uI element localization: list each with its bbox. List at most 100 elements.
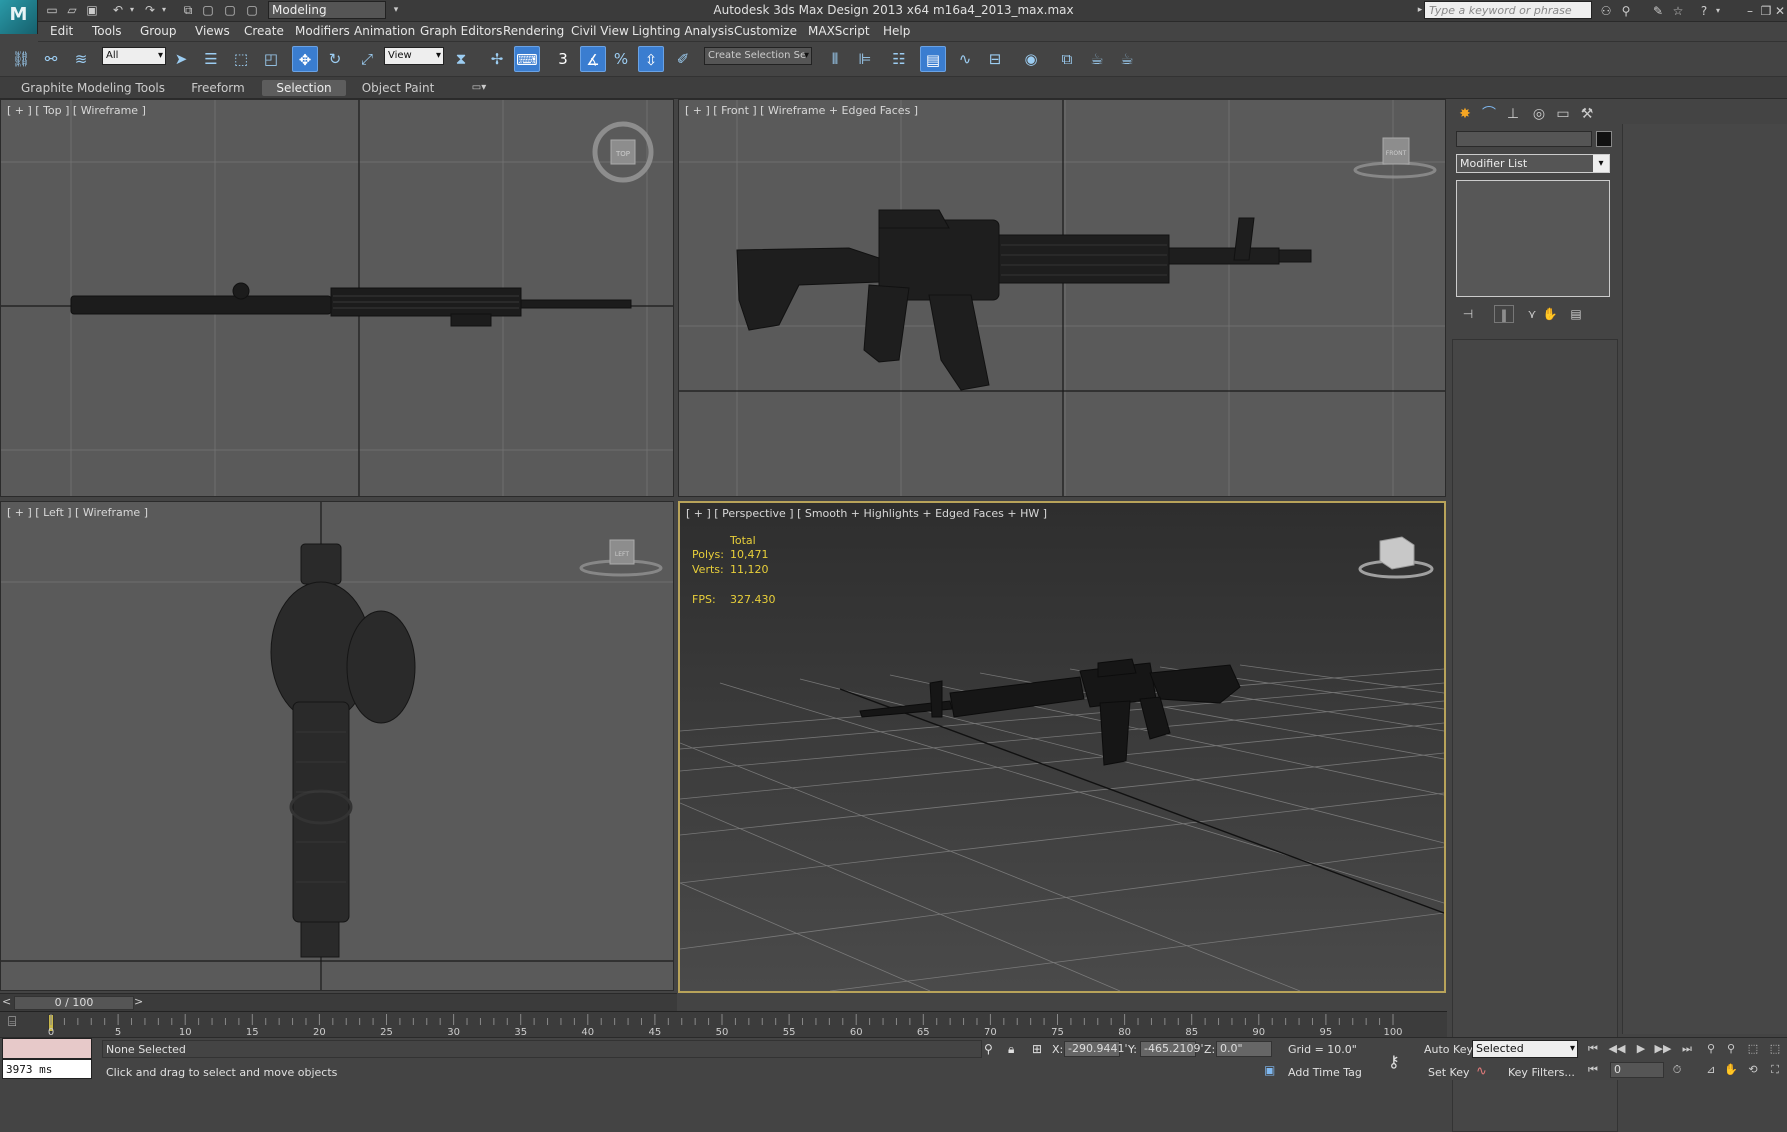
communication-icon[interactable]: ✎ [1650,3,1666,19]
menu-help[interactable]: Help [883,24,910,38]
tab-object-paint[interactable]: Object Paint [356,80,440,96]
schematic-view-icon[interactable]: ⊟ [982,46,1008,72]
modifier-list-select[interactable]: Modifier List [1456,154,1610,173]
select-and-move-icon[interactable]: ✥ [292,46,318,72]
menu-tools[interactable]: Tools [92,24,122,38]
save-file-icon[interactable]: ▣ [84,2,100,18]
named-selection-sets-input[interactable]: Create Selection Se [704,47,812,65]
open-file-icon[interactable]: ▱ [64,2,80,18]
modify-tab-icon[interactable]: ⌒ [1478,103,1500,125]
reference-coordinate-select[interactable]: View [384,47,444,65]
viewport-top-label[interactable]: [ + ] [ Top ] [ Wireframe ] [7,104,146,117]
viewcube-front[interactable]: FRONT [1353,137,1437,179]
menu-modifiers[interactable]: Modifiers [295,24,350,38]
redo-dropdown-icon[interactable]: ▾ [156,2,172,18]
rendered-frame-window-icon[interactable]: ☕ [1084,46,1110,72]
select-object-icon[interactable]: ➤ [168,46,194,72]
display-tab-icon[interactable]: ▭ [1552,103,1574,125]
make-unique-icon[interactable]: ⋎ [1522,305,1542,323]
binoculars-icon[interactable]: ⚇ [1598,3,1614,19]
edit-named-selection-icon[interactable]: ✐ [670,46,696,72]
next-frame-icon[interactable]: ▶▶ [1654,1041,1672,1057]
play-icon[interactable]: ▶ [1632,1041,1650,1057]
pin-stack-icon[interactable]: ⊣ [1458,305,1478,323]
viewport-front-label[interactable]: [ + ] [ Front ] [ Wireframe + Edged Face… [685,104,918,117]
menu-animation[interactable]: Animation [354,24,415,38]
app-logo-button[interactable]: M [0,0,38,34]
object-name-field[interactable] [1456,131,1592,147]
tab-selection[interactable]: Selection [262,80,346,96]
menu-customize[interactable]: Customize [734,24,797,38]
manipulate-icon[interactable]: ✢ [484,46,510,72]
material-editor-icon[interactable]: ◉ [1018,46,1044,72]
maxscript-listener-output[interactable]: 3973 ms [2,1059,92,1079]
selection-filter-select[interactable]: All [102,47,166,65]
hold-icon[interactable]: ⧉ [180,2,196,18]
object-color-swatch[interactable] [1596,131,1612,147]
default-in-out-tangents-icon[interactable]: ∿ [1476,1064,1487,1079]
menu-create[interactable]: Create [244,24,284,38]
menu-graph-editors[interactable]: Graph Editors [420,24,502,38]
align-icon[interactable]: ⊫ [852,46,878,72]
mirror-icon[interactable]: ⫴ [822,46,848,72]
maxscript-listener-input[interactable] [2,1038,92,1059]
unlink-icon[interactable]: ⚯ [38,46,64,72]
select-by-name-icon[interactable]: ☰ [198,46,224,72]
auto-key-button[interactable]: Auto Key [1424,1043,1473,1056]
menu-maxscript[interactable]: MAXScript [808,24,870,38]
close-icon[interactable]: ✕ [1772,3,1787,19]
menu-rendering[interactable]: Rendering [503,24,564,38]
go-to-end-icon[interactable]: ⏭ [1678,1041,1696,1057]
time-tag-icon[interactable]: ▣ [1264,1063,1275,1077]
tab-freeform[interactable]: Freeform [180,80,256,96]
spinner-snap-icon[interactable]: ⇳ [638,46,664,72]
configure-modifier-sets-icon[interactable]: ▤ [1566,305,1586,323]
pivot-center-icon[interactable]: ⧗ [448,46,474,72]
time-slider-prev-icon[interactable]: < [2,995,11,1008]
create-tab-icon[interactable]: ✸ [1454,103,1476,125]
menu-lighting-analysis[interactable]: Lighting Analysis [632,24,734,38]
key-mode-select[interactable]: Selected [1472,1040,1578,1058]
selection-lock-icon[interactable]: 🔒︎ [1008,1042,1014,1057]
time-configuration-icon[interactable]: ⏱ [1668,1062,1686,1078]
y-coord-field[interactable]: -465.2109' [1140,1041,1203,1057]
menu-group[interactable]: Group [140,24,177,38]
key-mode-toggle-icon[interactable]: ⏮ [1584,1062,1602,1078]
favorites-star-icon[interactable]: ☆ [1670,3,1686,19]
viewport-top[interactable]: TOP [ + ] [ Top ] [ Wireframe ] [0,99,674,497]
viewport-perspective[interactable]: [ + ] [ Perspective ] [ Smooth + Highlig… [678,501,1446,993]
rectangular-selection-icon[interactable]: ⬚ [228,46,254,72]
isolate-selection-icon[interactable]: ⚲ [984,1042,993,1056]
key-filters-button[interactable]: Key Filters... [1508,1066,1575,1079]
time-slider-next-icon[interactable]: > [134,995,143,1008]
viewport-left-label[interactable]: [ + ] [ Left ] [ Wireframe ] [7,506,148,519]
tab-graphite-modeling-tools[interactable]: Graphite Modeling Tools [18,80,168,96]
pan-view-icon[interactable]: ✋ [1722,1062,1740,1078]
workspace-select[interactable]: Modeling [268,1,386,19]
project-folder-icon[interactable]: ▢ [222,2,238,18]
maximize-viewport-icon[interactable]: ▢ [244,2,260,18]
snaps-toggle-icon[interactable]: 3 [550,46,576,72]
keyboard-shortcut-toggle-icon[interactable]: ⌨ [514,46,540,72]
field-of-view-icon[interactable]: ⊿ [1702,1062,1720,1078]
remove-modifier-icon[interactable]: ✋ [1540,305,1560,323]
help-dropdown-icon[interactable]: ▾ [1710,3,1726,19]
previous-frame-icon[interactable]: ◀◀ [1608,1041,1626,1057]
hierarchy-tab-icon[interactable]: ⊥ [1502,103,1524,125]
new-file-icon[interactable]: ▭ [44,2,60,18]
viewcube-top[interactable]: TOP [592,121,654,183]
show-end-result-icon[interactable]: ‖ [1494,305,1514,323]
search-input[interactable]: Type a keyword or phrase [1424,1,1592,19]
viewport-perspective-label[interactable]: [ + ] [ Perspective ] [ Smooth + Highlig… [686,507,1047,520]
graphite-toggle-icon[interactable]: ▤ [920,46,946,72]
menu-edit[interactable]: Edit [50,24,73,38]
motion-tab-icon[interactable]: ◎ [1528,103,1550,125]
menu-views[interactable]: Views [195,24,230,38]
time-slider-thumb[interactable]: 0 / 100 [14,996,134,1010]
select-and-scale-icon[interactable]: ⤢ [354,46,380,72]
current-frame-field[interactable]: 0 [1610,1062,1664,1078]
go-to-start-icon[interactable]: ⏮ [1584,1041,1602,1057]
select-and-rotate-icon[interactable]: ↻ [322,46,348,72]
set-key-icon[interactable]: ⚷ [1388,1052,1400,1071]
modifier-list-dropdown-icon[interactable]: ▾ [1593,155,1609,172]
